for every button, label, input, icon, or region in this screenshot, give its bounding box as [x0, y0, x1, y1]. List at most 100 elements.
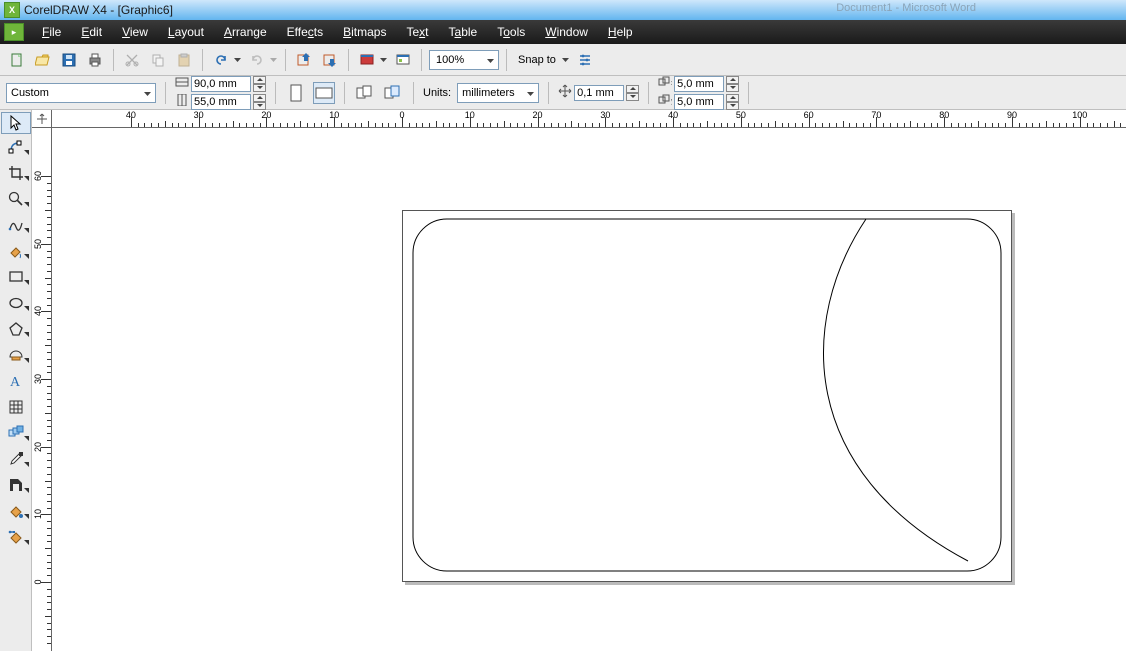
duplicate-x-field: x: [658, 76, 739, 92]
dup-y-input[interactable]: [674, 94, 724, 110]
menu-text[interactable]: Text: [396, 25, 438, 39]
toolbox: A: [0, 110, 32, 651]
app-icon: X: [4, 2, 20, 18]
horizontal-ruler[interactable]: 403020100102030405060708090100: [52, 110, 1126, 128]
interactive-fill-tool[interactable]: [1, 524, 31, 550]
landscape-button[interactable]: [313, 82, 335, 104]
import-button[interactable]: [293, 49, 315, 71]
redo-button: [246, 49, 268, 71]
menu-view[interactable]: View: [112, 25, 158, 39]
separator: [344, 82, 345, 104]
menu-help[interactable]: Help: [598, 25, 643, 39]
welcome-screen-button[interactable]: [392, 49, 414, 71]
eyedropper-tool[interactable]: [1, 446, 31, 472]
separator: [413, 82, 414, 104]
menu-edit[interactable]: Edit: [71, 25, 112, 39]
units-select[interactable]: millimeters: [457, 83, 539, 103]
zoom-value: 100%: [436, 54, 464, 66]
width-spinner[interactable]: [253, 76, 266, 92]
menu-arrange[interactable]: Arrange: [214, 25, 277, 39]
separator: [648, 82, 649, 104]
text-tool[interactable]: A: [1, 368, 31, 394]
copy-button: [147, 49, 169, 71]
portrait-button[interactable]: [285, 82, 307, 104]
rectangle-tool[interactable]: [1, 264, 31, 290]
page-width-input[interactable]: [191, 76, 251, 92]
apply-current-page-button[interactable]: [382, 82, 404, 104]
units-value: millimeters: [462, 87, 515, 99]
dropdown-arrow-icon: [144, 87, 151, 99]
menu-window[interactable]: Window: [535, 25, 598, 39]
redo-dropdown[interactable]: [269, 49, 278, 71]
page-art: [403, 211, 1011, 581]
dup-y-icon: y: [658, 94, 672, 109]
nudge-spinner[interactable]: [626, 85, 639, 101]
dropdown-arrow-icon: [487, 54, 494, 66]
nudge-icon: [558, 84, 572, 101]
paper-size-value: Custom: [11, 87, 49, 99]
menu-tools[interactable]: Tools: [487, 25, 535, 39]
apply-all-pages-button[interactable]: [354, 82, 376, 104]
page-width-field: [175, 76, 266, 92]
print-button[interactable]: [84, 49, 106, 71]
shape-tool[interactable]: [1, 134, 31, 160]
menu-layout[interactable]: Layout: [158, 25, 214, 39]
page-height-field: [175, 94, 266, 110]
pick-tool[interactable]: [1, 112, 31, 134]
menu-bitmaps[interactable]: Bitmaps: [333, 25, 396, 39]
interactive-blend-tool[interactable]: [1, 420, 31, 446]
menu-bar: ▸ File Edit View Layout Arrange Effects …: [0, 20, 1126, 44]
dup-y-spinner[interactable]: [726, 94, 739, 110]
polygon-tool[interactable]: [1, 316, 31, 342]
canvas-area: 403020100102030405060708090100 605040302…: [32, 110, 1126, 651]
nudge-field: [558, 85, 639, 101]
height-icon: [175, 94, 189, 109]
height-spinner[interactable]: [253, 94, 266, 110]
drawing-canvas[interactable]: [52, 128, 1126, 651]
ruler-corner[interactable]: [32, 110, 52, 128]
open-button[interactable]: [32, 49, 54, 71]
background-app-hint: Document1 - Microsoft Word: [836, 2, 976, 14]
snap-to-label[interactable]: Snap to: [514, 54, 560, 66]
app-launcher-dropdown[interactable]: [379, 49, 388, 71]
dup-x-icon: x: [658, 76, 672, 91]
dropdown-arrow-icon: [527, 87, 534, 99]
zoom-tool[interactable]: [1, 186, 31, 212]
undo-dropdown[interactable]: [233, 49, 242, 71]
ellipse-tool[interactable]: [1, 290, 31, 316]
menu-file[interactable]: File: [32, 25, 71, 39]
paper-size-select[interactable]: Custom: [6, 83, 156, 103]
new-button[interactable]: [6, 49, 28, 71]
nudge-input[interactable]: [574, 85, 624, 101]
smart-fill-tool[interactable]: [1, 238, 31, 264]
separator: [348, 49, 349, 71]
dup-x-input[interactable]: [674, 76, 724, 92]
app-menu-icon[interactable]: ▸: [4, 23, 24, 41]
units-label: Units:: [423, 87, 451, 99]
page-height-input[interactable]: [191, 94, 251, 110]
application-launcher-button[interactable]: [356, 49, 378, 71]
basic-shapes-tool[interactable]: [1, 342, 31, 368]
paste-button: [173, 49, 195, 71]
separator: [202, 49, 203, 71]
fill-tool[interactable]: [1, 498, 31, 524]
snap-to-dropdown[interactable]: [561, 49, 570, 71]
vertical-ruler[interactable]: 6050403020100: [32, 128, 52, 651]
table-tool[interactable]: [1, 394, 31, 420]
separator: [285, 49, 286, 71]
svg-text:A: A: [10, 375, 21, 389]
undo-button[interactable]: [210, 49, 232, 71]
freehand-tool[interactable]: [1, 212, 31, 238]
cut-button: [121, 49, 143, 71]
save-button[interactable]: [58, 49, 80, 71]
menu-effects[interactable]: Effects: [277, 25, 333, 39]
outline-tool[interactable]: [1, 472, 31, 498]
zoom-level-select[interactable]: 100%: [429, 50, 499, 70]
options-button[interactable]: [574, 49, 596, 71]
title-bar: X CorelDRAW X4 - [Graphic6] Document1 - …: [0, 0, 1126, 20]
menu-table[interactable]: Table: [439, 25, 488, 39]
export-button[interactable]: [319, 49, 341, 71]
dup-x-spinner[interactable]: [726, 76, 739, 92]
separator: [748, 82, 749, 104]
crop-tool[interactable]: [1, 160, 31, 186]
